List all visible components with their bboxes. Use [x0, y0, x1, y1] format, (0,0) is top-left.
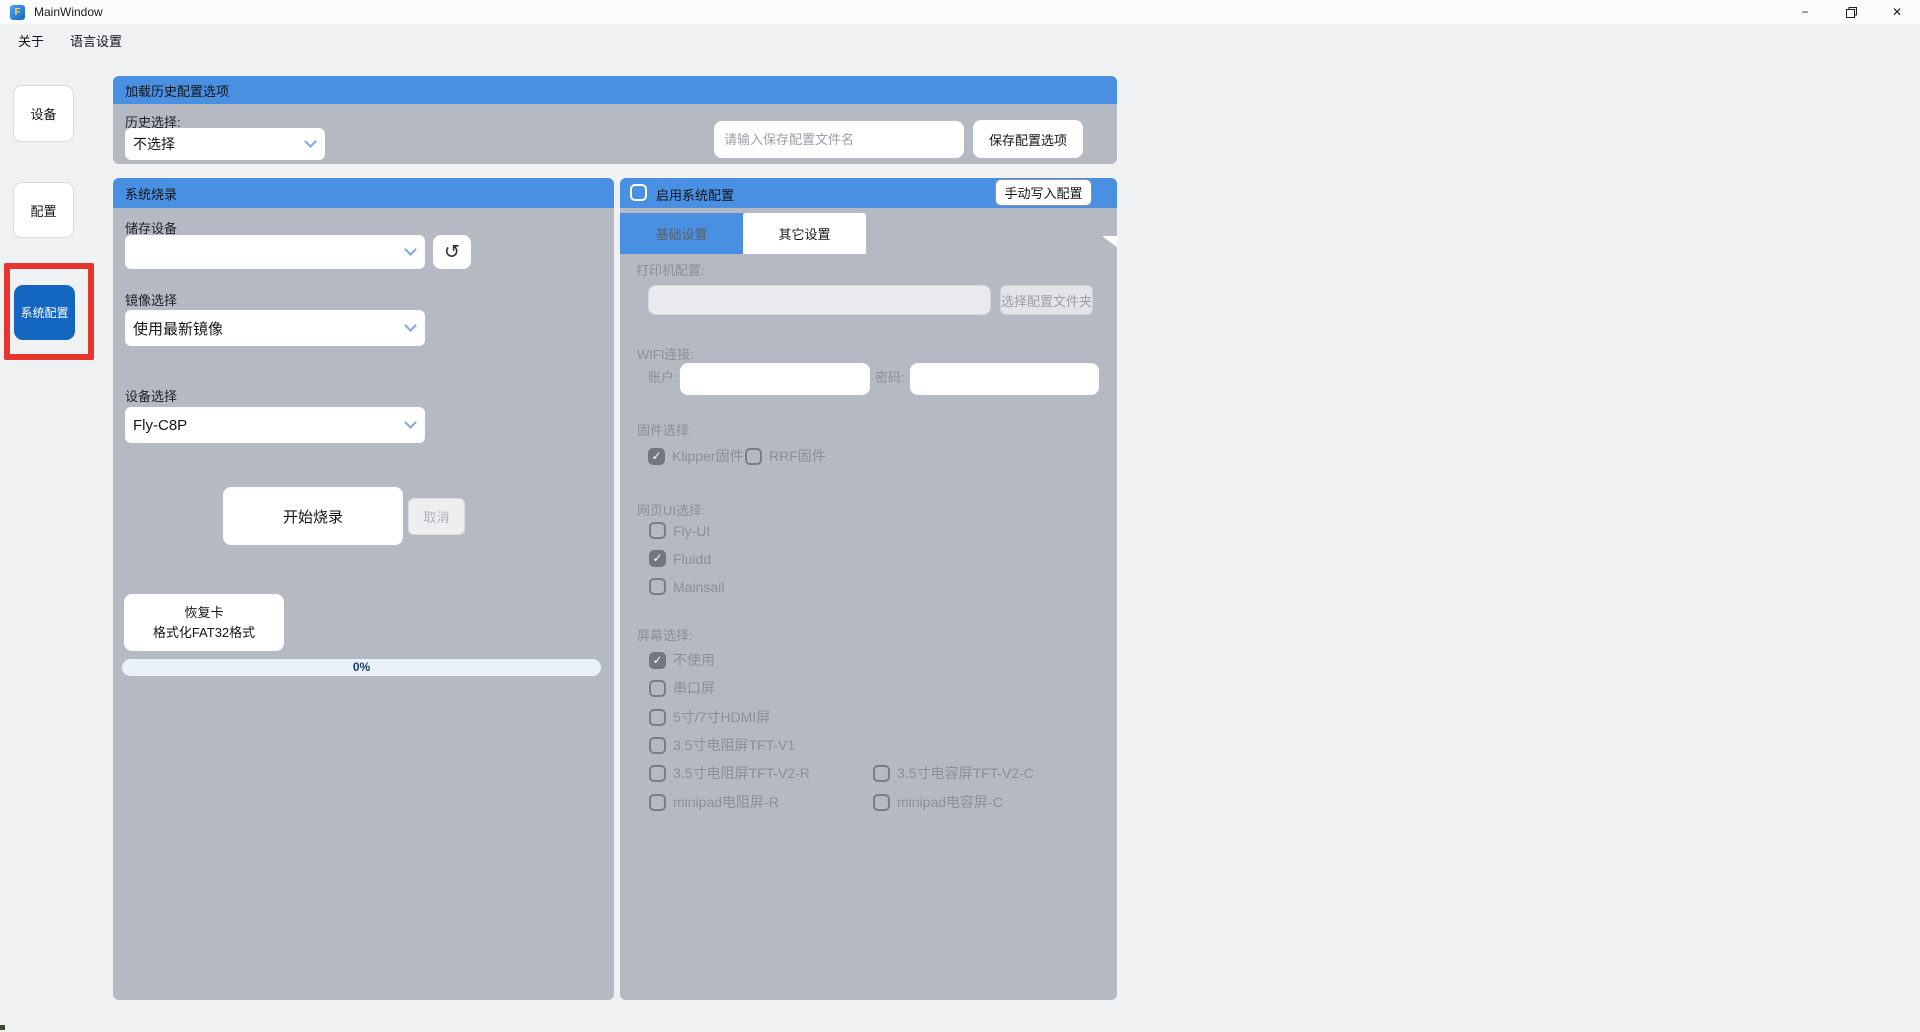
device-select-value: Fly-C8P — [133, 417, 187, 434]
refresh-button[interactable]: ↺ — [433, 235, 471, 269]
cancel-button[interactable]: 取消 — [408, 498, 465, 535]
checkbox-label: 5寸/7寸HDMI屏 — [673, 707, 770, 727]
wifi-account-input[interactable] — [680, 363, 870, 395]
config-filename-input[interactable] — [714, 121, 964, 158]
minimize-button[interactable]: − — [1782, 0, 1828, 24]
refresh-icon: ↺ — [444, 242, 460, 263]
sidebar-item-config[interactable]: 配置 — [13, 182, 74, 238]
restore-icon — [1846, 7, 1857, 18]
checkbox-label: Fly-UI — [673, 523, 710, 539]
tab-other-settings[interactable]: 其它设置 — [743, 213, 866, 254]
checkbox-label: minipad电容屏-C — [897, 792, 1003, 812]
corner-wedge-decoration — [1102, 236, 1118, 248]
checkbox[interactable] — [648, 448, 665, 465]
checkbox-label: Mainsail — [673, 579, 724, 595]
checkbox-label: 3.5寸电阻屏TFT-V2-R — [673, 763, 810, 783]
checkbox-label: 3.5寸电阻屏TFT-V1 — [673, 735, 795, 755]
screen-option-tft-v1[interactable]: 3.5寸电阻屏TFT-V1 — [649, 735, 795, 755]
chevron-down-icon — [404, 243, 417, 256]
checkbox[interactable] — [649, 794, 666, 811]
chevron-down-icon — [404, 319, 417, 332]
wifi-password-label: 密码: — [875, 367, 905, 386]
flash-panel-header: 系统烧录 — [113, 178, 614, 208]
firmware-option-klipper[interactable]: Klipper固件 — [648, 446, 744, 466]
close-button[interactable]: ✕ — [1874, 0, 1920, 24]
sidebar-item-system-config[interactable]: 系统配置 — [14, 285, 75, 340]
image-select-value: 使用最新镜像 — [133, 318, 223, 339]
checkbox-label: minipad电阻屏-R — [673, 792, 779, 812]
sidebar-item-device[interactable]: 设备 — [13, 85, 74, 142]
webui-option-flyui[interactable]: Fly-UI — [649, 522, 710, 539]
menu-language-settings[interactable]: 语言设置 — [62, 27, 130, 54]
checkbox-label: Klipper固件 — [672, 446, 744, 466]
manual-write-config-button[interactable]: 手动写入配置 — [995, 179, 1092, 206]
webui-option-mainsail[interactable]: Mainsail — [649, 578, 724, 595]
wifi-password-input[interactable] — [910, 363, 1099, 395]
checkbox[interactable] — [873, 765, 890, 782]
webui-select-label: 网页UI选择: — [637, 500, 706, 519]
titlebar: F MainWindow − ✕ — [0, 0, 1920, 24]
screen-option-hdmi[interactable]: 5寸/7寸HDMI屏 — [649, 707, 770, 727]
checkbox[interactable] — [745, 448, 762, 465]
screen-option-minipad-c[interactable]: minipad电容屏-C — [873, 792, 1003, 812]
storage-device-select[interactable] — [125, 235, 425, 269]
firmware-select-label: 固件选择: — [637, 420, 693, 439]
printer-config-label: 打印机配置: — [636, 260, 705, 279]
checkbox[interactable] — [649, 709, 666, 726]
checkbox-label: Fluidd — [673, 551, 711, 567]
wifi-account-label: 账户: — [648, 367, 678, 386]
image-select-label: 镜像选择 — [125, 290, 177, 309]
checkbox[interactable] — [649, 737, 666, 754]
system-config-panel: 启用系统配置 手动写入配置 基础设置 其它设置 打印机配置: 选择配置文件夹 W… — [620, 178, 1117, 1000]
window-controls: − ✕ — [1782, 0, 1920, 24]
recovery-line2: 格式化FAT32格式 — [124, 623, 284, 643]
checkbox[interactable] — [649, 680, 666, 697]
checkbox-label: 不使用 — [673, 650, 715, 670]
corner-artifact — [0, 1025, 5, 1030]
checkbox-label: RRF固件 — [769, 446, 826, 466]
app-logo-icon: F — [10, 5, 25, 20]
screen-option-minipad-r[interactable]: minipad电阻屏-R — [649, 792, 779, 812]
device-select-label: 设备选择 — [125, 386, 177, 405]
device-select[interactable]: Fly-C8P — [125, 407, 425, 443]
screen-option-none[interactable]: 不使用 — [649, 650, 715, 670]
history-config-panel: 加载历史配置选项 历史选择: 不选择 保存配置选项 — [113, 76, 1117, 164]
firmware-option-rrf[interactable]: RRF固件 — [745, 446, 826, 466]
checkbox[interactable] — [873, 794, 890, 811]
restore-button[interactable] — [1828, 0, 1874, 24]
screen-option-serial[interactable]: 串口屏 — [649, 678, 715, 698]
checkbox-label: 串口屏 — [673, 678, 715, 698]
checkbox[interactable] — [649, 765, 666, 782]
flash-progress-bar: 0% — [122, 659, 601, 676]
screen-option-tft-v2-c[interactable]: 3.5寸电容屏TFT-V2-C — [873, 763, 1034, 783]
menu-about[interactable]: 关于 — [10, 27, 52, 54]
enable-system-config-label: 启用系统配置 — [656, 185, 734, 204]
checkbox[interactable] — [649, 578, 666, 595]
checkbox[interactable] — [649, 652, 666, 669]
menubar: 关于 语言设置 — [0, 24, 1920, 56]
checkbox[interactable] — [649, 550, 666, 567]
recovery-card-format-button[interactable]: 恢复卡 格式化FAT32格式 — [124, 594, 284, 651]
history-select[interactable]: 不选择 — [125, 128, 325, 160]
system-flash-panel: 系统烧录 储存设备 ↺ 镜像选择 使用最新镜像 设备选择 Fly-C8P 开始烧… — [113, 178, 614, 1000]
recovery-line1: 恢复卡 — [124, 603, 284, 623]
webui-option-fluidd[interactable]: Fluidd — [649, 550, 711, 567]
screen-select-label: 屏幕选择: — [637, 625, 693, 644]
history-panel-header: 加载历史配置选项 — [113, 76, 1117, 104]
chevron-down-icon — [304, 135, 317, 148]
tab-basic-settings[interactable]: 基础设置 — [620, 213, 743, 254]
checkbox-label: 3.5寸电容屏TFT-V2-C — [897, 763, 1034, 783]
window-title: MainWindow — [34, 5, 103, 19]
wifi-label: WIFI连接: — [637, 344, 694, 363]
enable-system-config-checkbox[interactable] — [630, 184, 647, 201]
choose-config-folder-button[interactable]: 选择配置文件夹 — [1000, 285, 1093, 315]
printer-config-input[interactable] — [648, 285, 991, 315]
checkbox[interactable] — [649, 522, 666, 539]
start-flash-button[interactable]: 开始烧录 — [223, 487, 403, 545]
save-config-button[interactable]: 保存配置选项 — [973, 120, 1083, 158]
chevron-down-icon — [404, 416, 417, 429]
image-select[interactable]: 使用最新镜像 — [125, 310, 425, 346]
screen-option-tft-v2-r[interactable]: 3.5寸电阻屏TFT-V2-R — [649, 763, 810, 783]
history-select-value: 不选择 — [133, 134, 175, 154]
